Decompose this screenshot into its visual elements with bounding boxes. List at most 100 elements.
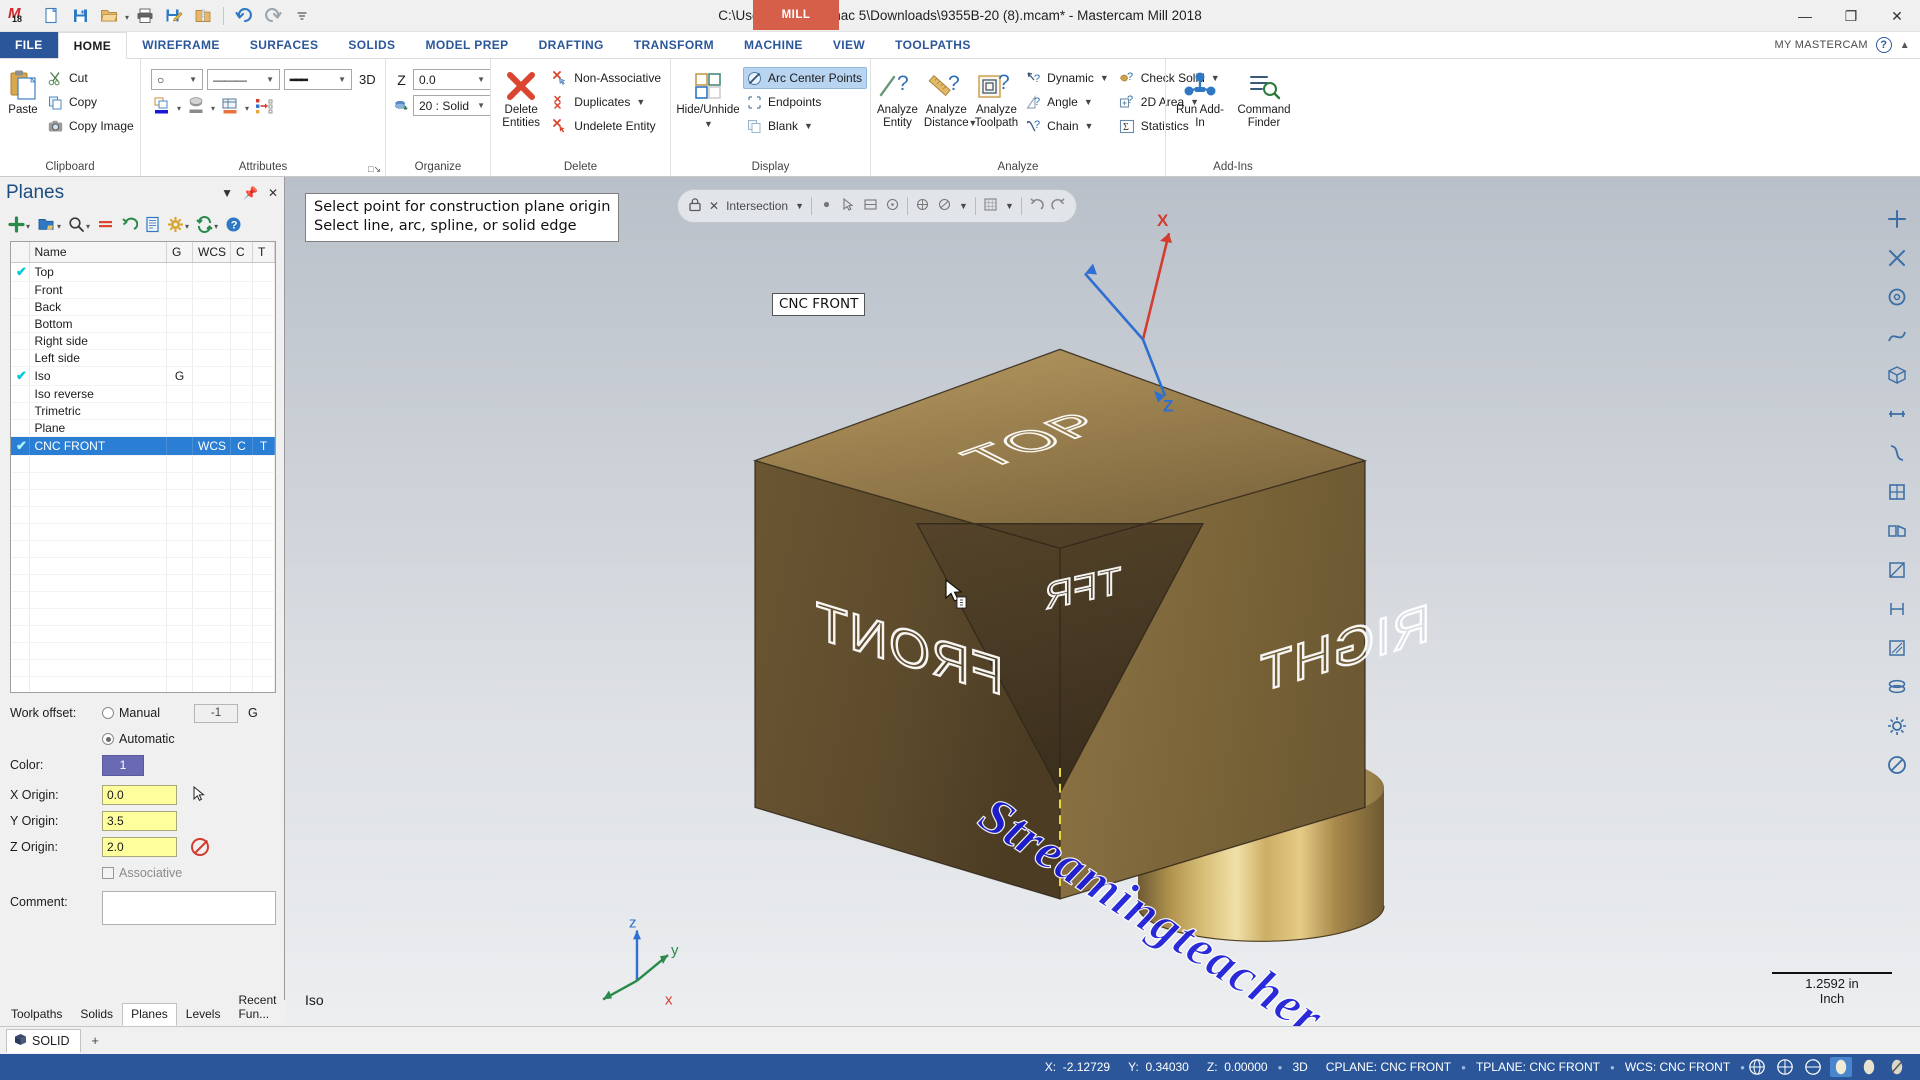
plane-name-cell[interactable]: Right side [29, 332, 167, 350]
plane-name-cell[interactable]: Bottom [29, 315, 167, 333]
table-row[interactable]: Bottom [11, 315, 275, 333]
plane-name-cell[interactable]: Iso reverse [29, 385, 167, 403]
work-offset-value-input[interactable]: -1 [194, 703, 238, 723]
undo-selection-icon[interactable] [1029, 197, 1044, 215]
plane-t-cell[interactable]: T [252, 436, 275, 456]
clear-selection-icon[interactable]: ✕ [709, 199, 719, 213]
table-row-empty[interactable] [11, 455, 275, 473]
table-row-empty[interactable] [11, 676, 275, 692]
refresh-planes-icon[interactable] [194, 213, 220, 235]
table-row-empty[interactable] [11, 472, 275, 490]
tab-toolpaths[interactable]: TOOLPATHS [880, 32, 986, 58]
table-row[interactable]: Plane [11, 419, 275, 437]
tab-toolpaths-panel[interactable]: Toolpaths [2, 1003, 71, 1026]
tab-surfaces[interactable]: SURFACES [235, 32, 334, 58]
save-icon[interactable] [67, 3, 93, 29]
shaded-view-icon[interactable] [1883, 478, 1911, 506]
levels-visibility-icon[interactable] [1883, 673, 1911, 701]
dynamic-analyze-button[interactable]: ? Dynamic ▼ [1022, 67, 1114, 89]
hide-unhide-button[interactable]: Hide/Unhide ▼ [675, 65, 741, 133]
duplicates-button[interactable]: Duplicates ▼ [549, 91, 666, 113]
plane-t-cell[interactable] [252, 315, 275, 333]
y-origin-input[interactable]: 3.5 [102, 811, 177, 831]
planes-grid[interactable]: Name G WCS C T ✔ Top Front Back Bottom Right … [10, 241, 276, 693]
plane-visible-check[interactable]: ✔ [11, 366, 30, 386]
plane-wcs-cell[interactable] [192, 298, 231, 316]
table-row[interactable]: ✔ Top [11, 262, 275, 282]
snap-midpoint-icon[interactable] [863, 197, 878, 215]
table-row-empty[interactable] [11, 659, 275, 677]
plane-visible-check[interactable]: ✔ [11, 262, 30, 282]
header-g[interactable]: G [166, 242, 193, 263]
shading-flat-icon[interactable] [1858, 1057, 1880, 1077]
plane-wcs-cell[interactable] [192, 366, 231, 386]
plane-t-cell[interactable] [252, 402, 275, 420]
tab-drafting[interactable]: DRAFTING [524, 32, 619, 58]
plane-c-cell[interactable] [230, 332, 253, 350]
level-combo[interactable]: 20 : Solid ▼ [413, 95, 491, 116]
table-row-empty[interactable] [11, 540, 275, 558]
plane-t-cell[interactable] [252, 281, 275, 299]
work-offset-manual-radio[interactable]: Manual [102, 706, 194, 720]
analyze-entity-button[interactable]: ? Analyze Entity [875, 65, 920, 132]
redo-icon[interactable] [260, 3, 286, 29]
add-plane-icon[interactable] [6, 213, 32, 235]
color-swatch[interactable]: 1 [102, 754, 144, 776]
tab-recent-functions-panel[interactable]: Recent Fun... [229, 989, 285, 1026]
dimension-view-icon[interactable] [1883, 595, 1911, 623]
chevron-down-icon[interactable]: ▲ [1900, 40, 1910, 51]
tab-solids[interactable]: SOLIDS [333, 32, 410, 58]
window-controls[interactable]: — ❐ ✕ [1782, 0, 1920, 31]
section-view-icon[interactable] [1883, 556, 1911, 584]
plane-visible-check[interactable] [11, 298, 30, 316]
lock-icon[interactable] [688, 197, 702, 215]
planes-toolbar[interactable]: ? [0, 209, 284, 239]
status-mode-3d[interactable]: 3D [1283, 1060, 1316, 1074]
plane-wcs-cell[interactable] [192, 315, 231, 333]
new-icon[interactable] [38, 3, 64, 29]
plane-visible-check[interactable]: ✔ [11, 436, 30, 456]
snap-nearest-icon[interactable] [937, 197, 952, 215]
plane-c-cell[interactable] [230, 385, 253, 403]
viewsheet-tab-solid[interactable]: SOLID [6, 1028, 81, 1053]
tab-levels-panel[interactable]: Levels [177, 1003, 230, 1026]
tab-model-prep[interactable]: MODEL PREP [410, 32, 523, 58]
intersection-dropdown-icon[interactable]: ▼ [795, 201, 804, 211]
undo-plane-icon[interactable] [119, 213, 140, 235]
cut-button[interactable]: Cut [44, 67, 139, 89]
plane-name-cell[interactable]: Left side [29, 349, 167, 367]
clear-colors-icon[interactable] [253, 95, 275, 117]
plane-wcs-cell[interactable] [192, 281, 231, 299]
table-row-empty[interactable] [11, 574, 275, 592]
spline-view-icon[interactable] [1883, 322, 1911, 350]
minimize-button[interactable]: — [1782, 0, 1828, 32]
copy-button[interactable]: Copy [44, 91, 139, 113]
line-thickness-combo[interactable]: ━━━ ▼ [284, 69, 352, 90]
status-z-dropdown-icon[interactable]: ● [1277, 1063, 1284, 1072]
undelete-entity-button[interactable]: Undelete Entity [549, 115, 666, 137]
plane-t-cell[interactable] [252, 385, 275, 403]
plane-name-cell[interactable]: Back [29, 298, 167, 316]
tab-transform[interactable]: TRANSFORM [619, 32, 729, 58]
shaded-globe-icon[interactable] [1802, 1057, 1824, 1077]
save-as-icon[interactable] [161, 3, 187, 29]
plane-g-cell[interactable] [166, 298, 193, 316]
plane-c-cell[interactable] [230, 366, 253, 386]
plane-from-geometry-icon[interactable] [35, 213, 63, 235]
plane-wcs-cell[interactable] [192, 402, 231, 420]
run-addin-button[interactable]: Run Add-In [1170, 65, 1230, 132]
tab-file[interactable]: FILE [0, 32, 58, 58]
snap-quadrant-icon[interactable] [915, 197, 930, 215]
delete-entities-button[interactable]: Delete Entities [495, 65, 547, 132]
cplane-dropdown-icon[interactable]: ● [1460, 1063, 1467, 1072]
snap-endpoint-icon[interactable] [819, 197, 834, 215]
table-row[interactable]: Left side [11, 349, 275, 367]
color-dropdown-icon[interactable] [177, 99, 181, 114]
equal-planes-icon[interactable] [95, 213, 116, 235]
graphics-viewport[interactable]: TOP FRONT RIGHT TFR X Z z y x Streamingt… [285, 177, 1920, 1026]
plane-g-cell[interactable] [166, 385, 193, 403]
table-row-empty[interactable] [11, 608, 275, 626]
attributes-dropdown-icon[interactable] [245, 99, 249, 114]
table-row[interactable]: Iso reverse [11, 385, 275, 403]
status-view-icons[interactable] [1746, 1057, 1912, 1077]
